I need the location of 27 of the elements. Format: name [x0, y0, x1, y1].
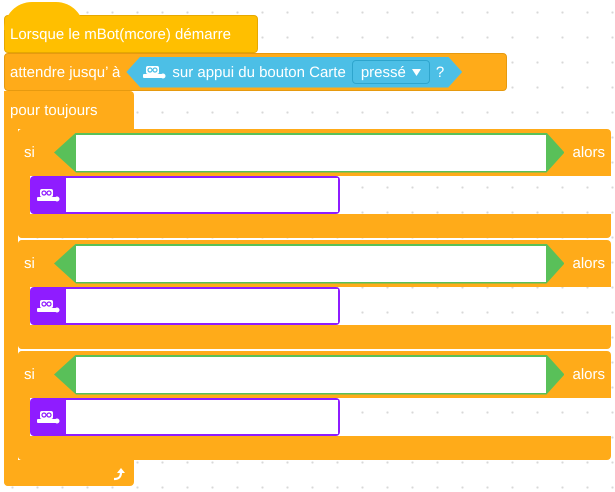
block-label: attendre jusqu’ à	[10, 64, 120, 80]
robot-icon	[36, 410, 60, 424]
forever-block[interactable]: pour toujours si alors si alors si alors	[4, 91, 611, 486]
block-label: alors	[572, 366, 605, 383]
mbot-block[interactable]	[30, 287, 340, 325]
sensor-block[interactable]: sur appui du bouton Carte pressé ?	[126, 56, 462, 88]
mbot-block[interactable]	[30, 176, 340, 214]
block-label: si	[24, 144, 36, 161]
block-label: Lorsque le mBot(mcore) démarre	[10, 26, 231, 42]
mbot-block[interactable]	[30, 398, 340, 436]
robot-icon	[36, 299, 60, 313]
block-label: alors	[572, 144, 605, 161]
if-block[interactable]: si alors	[18, 129, 611, 238]
block-label: sur appui du bouton Carte	[172, 64, 346, 80]
if-block[interactable]: si alors	[18, 351, 611, 460]
block-label: alors	[572, 255, 605, 272]
block-label: si	[24, 255, 36, 272]
block-label: pour toujours	[10, 102, 98, 118]
if-block[interactable]: si alors	[18, 240, 611, 349]
loop-arrow-icon	[112, 467, 126, 481]
block-label: ?	[436, 64, 444, 80]
robot-icon	[36, 188, 60, 202]
block-label: si	[24, 366, 36, 383]
wait-until-block[interactable]: attendre jusqu’ à sur appui du bouton Carte pressé ?	[4, 53, 507, 91]
caret-icon	[412, 68, 421, 76]
robot-icon	[142, 65, 166, 79]
dropdown[interactable]: pressé	[352, 60, 430, 84]
